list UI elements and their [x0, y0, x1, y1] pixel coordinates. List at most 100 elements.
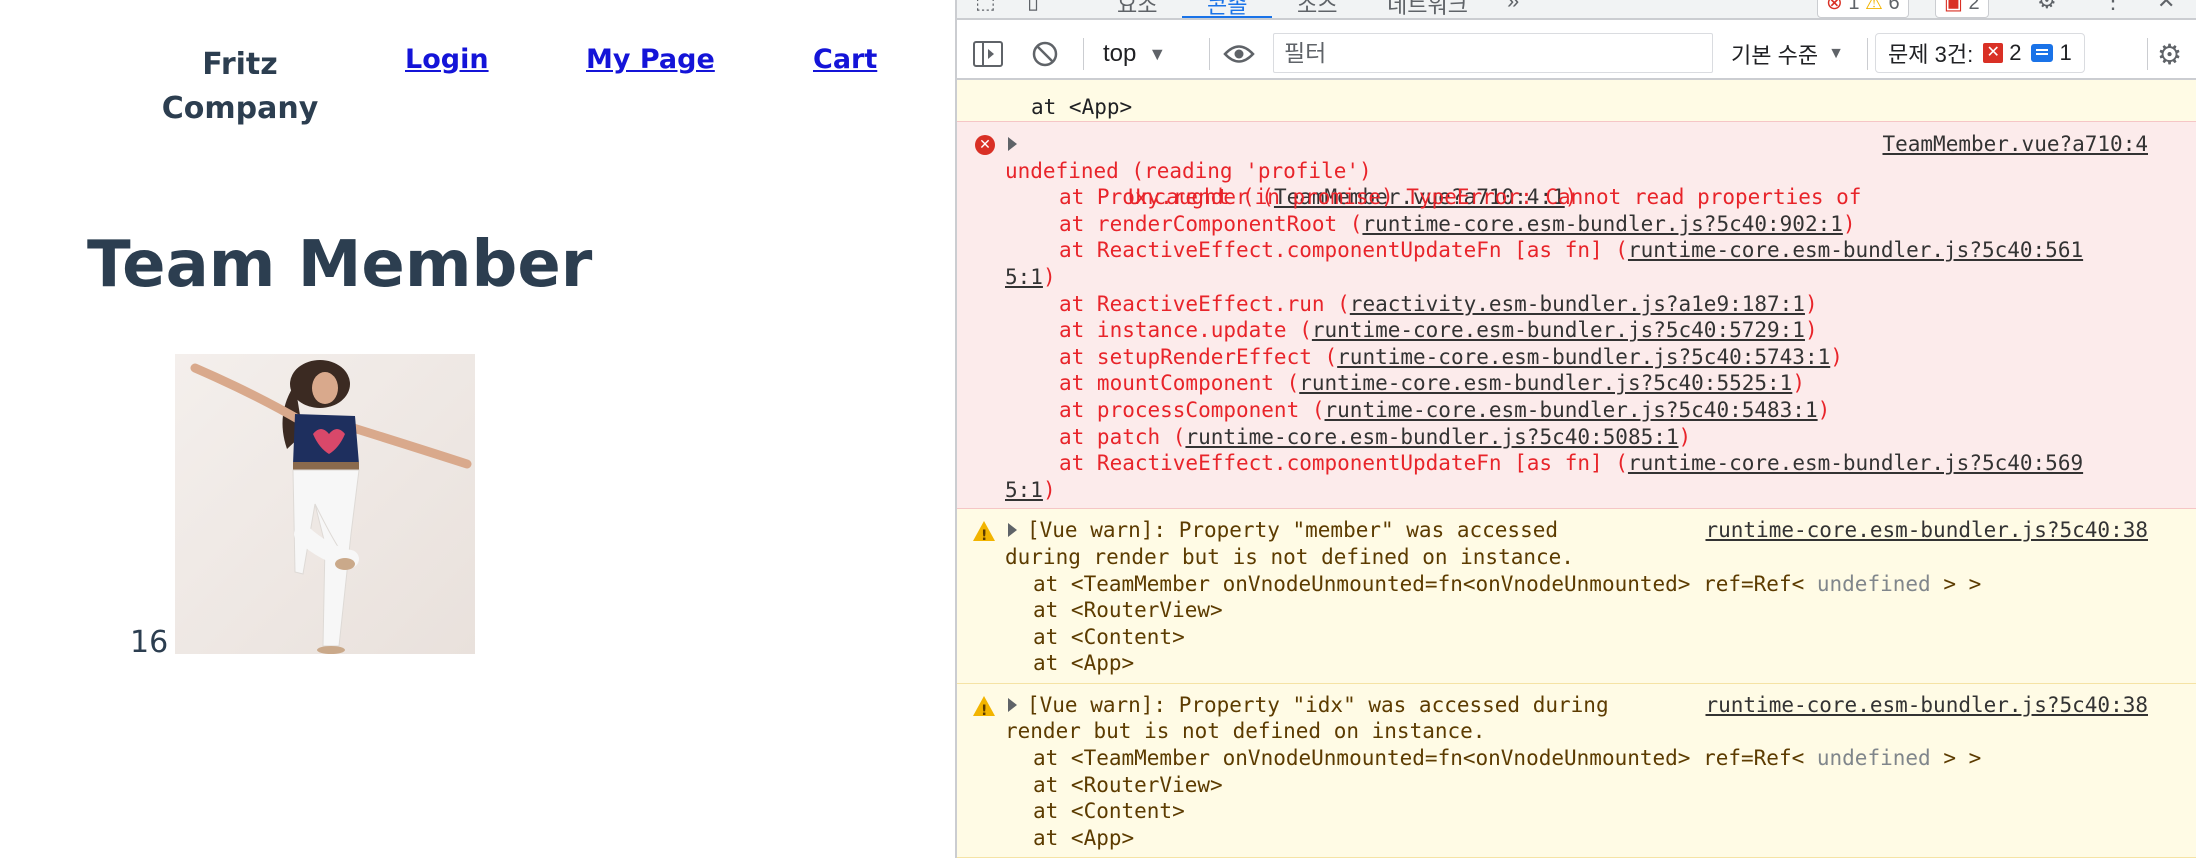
expand-triangle-icon[interactable] [1008, 697, 1017, 712]
trace-line: at <App> [1031, 95, 1133, 119]
member-photo [175, 354, 475, 654]
warning-trace-text: at <TeamMember onVnodeUnmounted=fn<onVno… [1033, 746, 1817, 771]
warning-text-line2: during render but is not defined on inst… [1005, 544, 1574, 569]
issues-label: 문제 3건: [1888, 42, 1974, 67]
sidebar-toggle-icon[interactable] [973, 36, 1003, 72]
stack-frame-text: at processComponent ( [1059, 397, 1325, 422]
issue-info-icon [2031, 44, 2054, 62]
warning-icon: ⚠ [1865, 0, 1883, 14]
warning-text-line2: render but is not defined on instance. [1005, 719, 1486, 744]
warning-source-link[interactable]: runtime-core.esm-bundler.js?5c40:38 [1705, 517, 2148, 544]
expand-triangle-icon[interactable] [1008, 523, 1017, 538]
chevron-down-icon: ▼ [1148, 43, 1167, 64]
brand-logo-text: Fritz Company [161, 47, 319, 126]
console-message-tail: at <App> [957, 80, 2196, 121]
stack-frame-link[interactable]: 5:1 [1005, 265, 1043, 289]
issues-counter[interactable]: ▣ 2 [1935, 0, 1989, 18]
issue-count: 2 [1968, 0, 1980, 14]
devtools-panel: ⬚ ▯ 요소 콘솔 소스 네트워크 » ⊗ 1 ⚠ 6 ▣ 2 ⚙ ⋮ ✕ to… [955, 0, 2196, 858]
log-levels-dropdown[interactable]: 기본 수준 ▼ [1731, 36, 1844, 72]
nav-login-link[interactable]: Login [405, 44, 489, 75]
issues-button[interactable]: 문제 3건: ✕ 2 1 [1875, 33, 2085, 73]
stack-frame-link[interactable]: runtime-core.esm-bundler.js?5c40:5729:1 [1312, 318, 1805, 342]
warning-text-line1: [Vue warn]: Property "idx" was accessed … [1027, 692, 1609, 717]
inspect-element-icon[interactable]: ⬚ [975, 0, 996, 14]
filter-input[interactable] [1273, 33, 1713, 73]
stack-frame-text: ) [1830, 344, 1843, 369]
error-icon: ⊗ [1826, 0, 1843, 14]
warning-trace-text: > > [1930, 746, 1982, 771]
settings-gear-icon[interactable]: ⚙ [2037, 0, 2057, 14]
stack-frame-continuation: 5:1) [1005, 477, 2166, 504]
stack-frame-text: ) [1842, 211, 1856, 236]
warning-trace-line: at <App> [1033, 825, 1135, 850]
stack-frame-link[interactable]: runtime-core.esm-bundler.js?5c40:5085:1 [1185, 425, 1678, 449]
console-settings-gear-icon[interactable]: ⚙ [2157, 36, 2182, 72]
stack-frame-text: at mountComponent ( [1059, 371, 1300, 396]
nav-my-page-link[interactable]: My Page [586, 44, 715, 75]
console-warning-message[interactable]: [Vue warn]: Property "member" was access… [957, 509, 2196, 684]
log-levels-label: 기본 수준 [1731, 43, 1819, 68]
stack-frame: at ReactiveEffect.componentUpdateFn [as … [1005, 450, 2166, 477]
stack-frame-link[interactable]: runtime-core.esm-bundler.js?5c40:5483:1 [1325, 398, 1818, 422]
issues-error-count: 2 [2009, 40, 2022, 65]
stack-frame-link[interactable]: runtime-core.esm-bundler.js?5c40:5743:1 [1337, 345, 1830, 369]
warning-trace-text: undefined [1816, 571, 1931, 596]
stack-frame-text: ) [1804, 318, 1818, 343]
stack-frame-link[interactable]: runtime-core.esm-bundler.js?5c40:569 [1628, 451, 2083, 475]
console-warning-message[interactable]: [Vue warn]: Property "idx" was accessed … [957, 683, 2196, 858]
stack-frame: at renderComponentRoot (runtime-core.esm… [1005, 211, 2166, 238]
stack-frame-text: ) [1804, 291, 1818, 316]
kebab-menu-icon[interactable]: ⋮ [2102, 0, 2124, 14]
warning-trace-line: at <TeamMember onVnodeUnmounted=fn<onVno… [1005, 571, 2166, 598]
expand-triangle-icon[interactable] [1008, 137, 1017, 151]
page-title: Team Member [87, 228, 593, 302]
stack-frame-text: at ReactiveEffect.componentUpdateFn [as … [1059, 451, 1628, 476]
tab-sources[interactable]: 소스 [1297, 0, 1337, 18]
close-devtools-icon[interactable]: ✕ [2157, 0, 2175, 14]
stack-frame: at patch (runtime-core.esm-bundler.js?5c… [1005, 424, 2166, 451]
warning-trace-line: at <RouterView> [1033, 772, 1223, 797]
error-warning-counter[interactable]: ⊗ 1 ⚠ 6 [1817, 0, 1909, 18]
stack-frame-link[interactable]: runtime-core.esm-bundler.js?5c40:902:1 [1362, 212, 1842, 236]
stack-frame-text: at renderComponentRoot ( [1059, 211, 1363, 236]
warning-triangle-icon [973, 695, 995, 724]
clear-console-icon[interactable] [1031, 36, 1059, 72]
issue-icon: ▣ [1944, 0, 1963, 14]
console-error-message[interactable]: ✕ Uncaught (in promise) TypeError: Canno… [957, 121, 2196, 510]
more-tabs-icon[interactable]: » [1507, 0, 1519, 14]
stack-frame-text: ) [1678, 424, 1692, 449]
error-text-line2: undefined (reading 'profile') [1005, 158, 1372, 183]
device-toolbar-icon[interactable]: ▯ [1027, 0, 1039, 14]
warning-text-line1: [Vue warn]: Property "member" was access… [1027, 518, 1559, 543]
nav-cart-link[interactable]: Cart [813, 44, 877, 75]
error-x-icon: ✕ [975, 135, 995, 155]
stack-frame: at processComponent (runtime-core.esm-bu… [1005, 397, 2166, 424]
stack-frame-text: ) [1042, 264, 1056, 289]
warning-trace-text: > > [1930, 571, 1982, 596]
stack-frame-text: at ReactiveEffect.run ( [1059, 291, 1350, 316]
live-expression-eye-icon[interactable] [1223, 36, 1255, 72]
context-selector[interactable]: top ▼ [1103, 36, 1166, 72]
console-output: at <App> ✕ Uncaught (in promise) TypeErr… [957, 80, 2196, 858]
stack-frame: at ReactiveEffect.run (reactivity.esm-bu… [1005, 291, 2166, 318]
stack-frame: at setupRenderEffect (runtime-core.esm-b… [1005, 344, 2166, 371]
active-tab-indicator [1182, 16, 1272, 18]
chevron-down-icon: ▼ [1828, 45, 1844, 62]
dancing-woman-image [190, 360, 472, 654]
stack-frame-link[interactable]: runtime-core.esm-bundler.js?5c40:561 [1628, 238, 2083, 262]
tab-network[interactable]: 네트워크 [1387, 0, 1468, 18]
stack-frame-text: ) [1042, 477, 1056, 502]
stack-frame: at ReactiveEffect.componentUpdateFn [as … [1005, 237, 2166, 264]
stack-frame-text: at patch ( [1059, 424, 1186, 449]
warnings-list: [Vue warn]: Property "member" was access… [957, 509, 2196, 858]
stack-frame-link[interactable]: 5:1 [1005, 478, 1043, 502]
warning-trace-line: at <Content> [1033, 624, 1185, 649]
error-count: 1 [1848, 0, 1860, 14]
stack-frame-link[interactable]: reactivity.esm-bundler.js?a1e9:187:1 [1350, 292, 1805, 316]
warning-source-link[interactable]: runtime-core.esm-bundler.js?5c40:38 [1705, 692, 2148, 719]
tab-elements[interactable]: 요소 [1117, 0, 1157, 18]
warning-trace-text: at <TeamMember onVnodeUnmounted=fn<onVno… [1033, 571, 1817, 596]
error-source-link[interactable]: TeamMember.vue?a710:4 [1882, 131, 2148, 158]
stack-frame-link[interactable]: runtime-core.esm-bundler.js?5c40:5525:1 [1299, 371, 1792, 395]
